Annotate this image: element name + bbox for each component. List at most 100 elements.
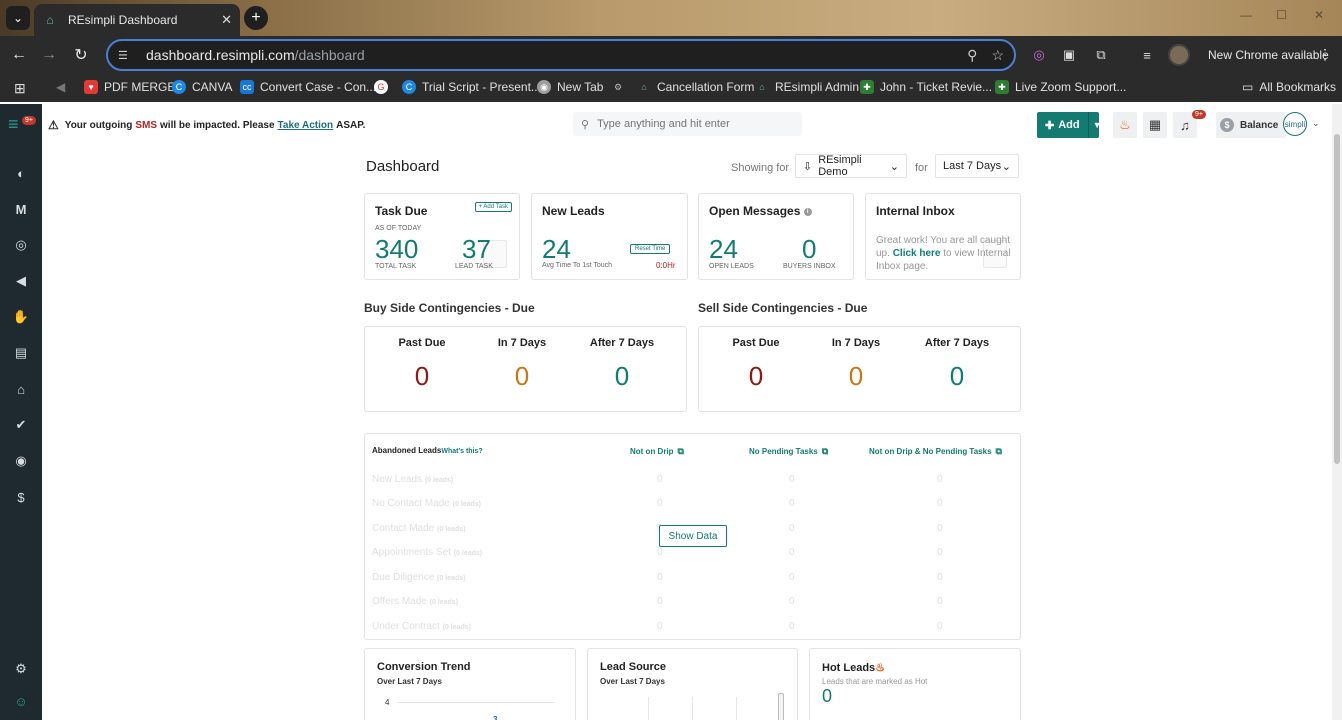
open-messages-card: Open Messages i 24 OPEN LEADS 0 BUYERS I… xyxy=(698,193,854,280)
bookmark-star-icon[interactable]: ☆ xyxy=(991,47,1004,64)
sell-in-7-days[interactable]: In 7 Days 0 xyxy=(806,337,906,392)
close-tab-icon[interactable]: ✕ xyxy=(221,12,232,28)
bookmark-item[interactable]: ✚ Live Zoom Support... xyxy=(995,80,1126,94)
reset-time-button[interactable]: Reset Time xyxy=(630,244,671,254)
info-icon[interactable]: i xyxy=(803,207,812,216)
check-circle-icon[interactable]: ✔ xyxy=(12,416,30,434)
all-bookmarks-button[interactable]: ▭ All Bookmarks xyxy=(1242,80,1336,94)
card-title: Open Messages i xyxy=(709,204,812,218)
apps-grid-icon[interactable]: ⊞ xyxy=(14,80,26,97)
maximize-icon[interactable]: ☐ xyxy=(1276,8,1287,22)
bookmark-item[interactable]: ♥ PDF MERGE xyxy=(84,80,175,94)
bookmark-item[interactable]: C Trial Script - Present... xyxy=(402,80,541,94)
mail-icon[interactable]: M xyxy=(12,200,30,218)
buy-after-7-days[interactable]: After 7 Days 0 xyxy=(572,337,672,392)
no-pending-tasks-link[interactable]: No Pending Tasks ⧉ xyxy=(749,446,828,457)
chat-support-icon[interactable]: ☺ xyxy=(12,692,30,710)
open-leads-label: OPEN LEADS xyxy=(709,263,754,270)
minimize-icon[interactable]: — xyxy=(1240,8,1252,22)
bookmarks-bar: ⊞ ◀ ♥ PDF MERGE C CANVA cc Convert Case - C… xyxy=(0,74,1342,102)
inbox-message: Great work! You are all caught up. Click… xyxy=(876,235,1011,272)
add-task-button[interactable]: + Add Task xyxy=(474,202,512,212)
chrome-profile-avatar[interactable] xyxy=(1168,44,1190,66)
extensions-puzzle-icon[interactable]: ⧉ xyxy=(1092,46,1110,64)
zoom-search-icon[interactable]: ⚲ xyxy=(967,47,977,64)
balance-button[interactable]: $ Balance xyxy=(1216,112,1286,138)
hot-leads-value[interactable]: 0 xyxy=(822,686,832,707)
bookmark-item[interactable]: ⌂ Cancellation Form xyxy=(637,80,754,94)
user-avatar[interactable]: simpli xyxy=(1283,112,1307,136)
url-text[interactable]: dashboard.resimpli.com/dashboard xyxy=(146,47,953,63)
address-bar[interactable]: ☰ dashboard.resimpli.com/dashboard ⚲ ☆ xyxy=(106,39,1016,71)
chart-scroll-handle[interactable] xyxy=(778,693,784,720)
as-of-label: AS OF TODAY xyxy=(375,225,422,232)
card-title: Hot Leads♨ xyxy=(822,662,886,674)
settings-gear-icon: ⚙ xyxy=(613,81,623,92)
sell-past-due[interactable]: Past Due 0 xyxy=(706,337,806,392)
buyers-inbox-value[interactable]: 0 xyxy=(802,234,816,265)
account-select[interactable]: ⇩ REsimpli Demo ⌄ xyxy=(795,154,907,178)
bookmark-item[interactable]: ⚙ xyxy=(611,80,631,94)
chevron-down-icon[interactable]: ⌄ xyxy=(1312,118,1320,129)
show-data-button[interactable]: Show Data xyxy=(659,525,727,547)
buy-in-7-days[interactable]: In 7 Days 0 xyxy=(472,337,572,392)
fire-icon[interactable]: ♨ xyxy=(1113,112,1137,138)
external-link-icon: ⧉ xyxy=(821,446,829,456)
megaphone-icon[interactable]: ◀ xyxy=(12,272,30,290)
target-icon[interactable]: ◎ xyxy=(12,236,30,254)
sell-after-7-days[interactable]: After 7 Days 0 xyxy=(907,337,1007,392)
open-leads-value[interactable]: 24 xyxy=(709,234,738,265)
task-due-card: Task Due + Add Task AS OF TODAY 340 TOTA… xyxy=(364,193,520,280)
bookmark-icon-hidden[interactable]: ◀ xyxy=(56,80,65,94)
chrome-menu-icon[interactable]: ⋮ xyxy=(1318,46,1332,63)
user-icon[interactable]: ◉ xyxy=(12,452,30,470)
extension-color-icon[interactable]: ◎ xyxy=(1030,46,1048,64)
close-window-icon[interactable]: ✕ xyxy=(1314,8,1324,22)
dashboard-icon[interactable]: ◐ xyxy=(12,164,30,182)
bookmark-item[interactable]: ⌂ REsimpli Admin xyxy=(755,80,859,94)
whats-this-link[interactable]: What's this? xyxy=(441,448,482,455)
search-input[interactable] xyxy=(597,118,788,130)
bookmark-item[interactable]: ◉ New Tab xyxy=(537,80,603,94)
back-arrow-icon[interactable]: ← xyxy=(8,44,30,66)
media-control-icon[interactable]: ≡ xyxy=(1138,46,1156,64)
grid-line xyxy=(692,697,693,720)
buy-past-due[interactable]: Past Due 0 xyxy=(372,337,472,392)
site-info-icon[interactable]: ☰ xyxy=(118,49,136,62)
add-button[interactable]: ✚ Add ▼ xyxy=(1037,112,1102,138)
coin-icon: $ xyxy=(1220,118,1234,132)
browser-tab-active[interactable]: ⌂ REsimpli Dashboard ✕ xyxy=(34,4,240,36)
card-title: Lead Source xyxy=(600,661,667,673)
avg-time-label: Avg Time To 1st Touch xyxy=(542,262,613,269)
bookmark-item[interactable]: ✚ John - Ticket Revie... xyxy=(860,80,992,94)
take-action-link[interactable]: Take Action xyxy=(278,120,334,131)
bookmark-item[interactable]: G xyxy=(374,80,394,94)
settings-icon[interactable]: ⚙ xyxy=(12,660,30,678)
table-row: Offers Made (0 leads) 0 0 0 xyxy=(372,596,943,607)
handshake-icon[interactable]: ✋ xyxy=(12,308,30,326)
lead-task-value[interactable]: 37 xyxy=(462,234,491,265)
period-select[interactable]: Last 7 Days ⌄ xyxy=(935,154,1019,178)
not-on-drip-link[interactable]: Not on Drip ⧉ xyxy=(630,446,684,457)
tab-search-menu-button[interactable]: ⌄ xyxy=(6,6,30,30)
forward-arrow-icon[interactable]: → xyxy=(38,44,60,66)
app-topbar: ⚠ Your outgoing SMS will be impacted. Pl… xyxy=(42,104,1332,144)
chrome-update-button[interactable]: New Chrome available xyxy=(1208,48,1329,62)
bookmark-item[interactable]: C CANVA xyxy=(172,80,232,94)
extension-dark-icon[interactable]: ▣ xyxy=(1060,46,1078,64)
bookmark-item[interactable]: cc Convert Case - Con... xyxy=(240,80,376,94)
home-icon[interactable]: ⌂ xyxy=(12,380,30,398)
click-here-link[interactable]: Click here xyxy=(893,248,941,259)
not-on-drip-no-tasks-link[interactable]: Not on Drip & No Pending Tasks ⧉ xyxy=(869,446,1002,457)
new-leads-value[interactable]: 24 xyxy=(542,234,571,265)
reload-icon[interactable]: ↻ xyxy=(70,44,92,66)
dollar-icon[interactable]: $ xyxy=(12,488,30,506)
calendar-icon[interactable]: ▦ xyxy=(1143,112,1167,138)
page-scrollbar[interactable] xyxy=(1332,104,1342,720)
scrollbar-thumb[interactable] xyxy=(1334,134,1340,464)
documents-icon[interactable]: ▤ xyxy=(12,344,30,362)
total-task-value[interactable]: 340 xyxy=(375,234,418,265)
chevron-down-icon[interactable]: ▼ xyxy=(1087,112,1102,138)
new-tab-button[interactable]: + xyxy=(244,6,268,30)
card-subtitle: Over Last 7 Days xyxy=(600,677,665,686)
